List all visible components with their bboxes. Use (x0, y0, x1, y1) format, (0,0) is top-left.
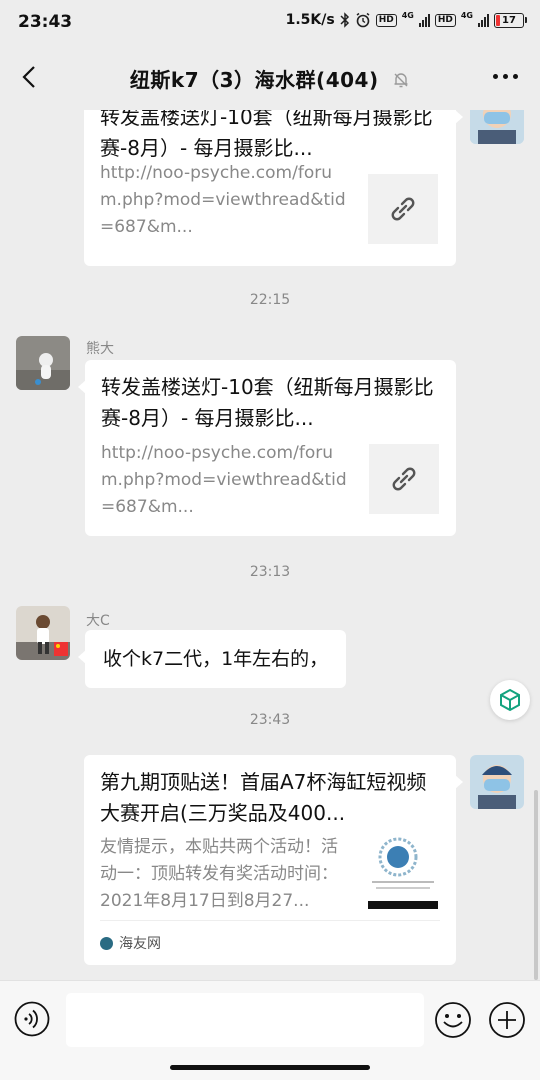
link-card-message[interactable]: 转发盖楼送灯-10套（纽斯每月摄影比赛-8月）- 每月摄影比... http:/… (78, 360, 456, 536)
sender-name: 大C (86, 613, 110, 629)
mute-bell-icon (394, 73, 408, 88)
link-card-url: http://noo-psyche.com/forum.php?mod=view… (100, 163, 346, 237)
source-name: 海友网 (119, 936, 161, 952)
avatar[interactable] (16, 606, 70, 660)
avatar[interactable] (470, 755, 524, 809)
floating-cube-button[interactable] (490, 680, 530, 720)
link-card-title: 转发盖楼送灯-10套（纽斯每月摄影比赛-8月）- 每月摄影比... (100, 110, 433, 160)
network-type: 4G (401, 11, 414, 20)
avatar[interactable] (16, 336, 70, 390)
link-icon (391, 197, 415, 221)
sender-name: 熊大 (86, 341, 114, 357)
alarm-icon (356, 12, 370, 28)
article-thumbnail (368, 835, 438, 909)
more-icon[interactable] (493, 74, 518, 79)
voice-icon[interactable] (14, 1001, 50, 1037)
emoji-icon[interactable] (434, 1001, 472, 1039)
bluetooth-icon (340, 12, 349, 28)
text-message[interactable]: 收个k7二代，1年左右的， (77, 630, 347, 688)
link-thumbnail (368, 174, 438, 244)
status-bar: 23:43 1.5K/s HD 4G HD 4G 17 (0, 0, 540, 44)
link-icon (392, 467, 416, 491)
timestamp: 23:13 (249, 564, 291, 580)
hd-badge: HD (375, 13, 397, 27)
avatar[interactable] (470, 110, 524, 144)
signal-icon-2 (478, 13, 489, 27)
chat-title-text: 纽斯k7（3）海水群(404) (129, 68, 379, 92)
source-logo-icon (100, 936, 113, 950)
chat-title: 纽斯k7（3）海水群(404) (0, 64, 540, 93)
home-indicator[interactable] (170, 1065, 370, 1070)
article-card-message[interactable]: 第九期顶贴送！首届A7杯海缸短视频大赛开启(三万奖品及400... 友情提示，本… (84, 755, 463, 965)
chat-header: 纽斯k7（3）海水群(404) (0, 44, 540, 110)
plus-icon[interactable] (488, 1001, 526, 1039)
scrollbar[interactable] (534, 790, 538, 980)
cube-icon (500, 688, 520, 712)
status-time: 23:43 (18, 12, 73, 32)
hd-badge-2: HD (434, 13, 456, 27)
link-card-title: 转发盖楼送灯-10套（纽斯每月摄影比赛-8月）- 每月摄影比... (101, 375, 434, 430)
article-card-desc: 友情提示，本贴共两个活动！活动一：顶贴转发有奖活动时间：2021年8月17日到8… (100, 837, 338, 911)
article-card-title: 第九期顶贴送！首届A7杯海缸短视频大赛开启(三万奖品及400... (100, 770, 427, 825)
network-type-2: 4G (460, 11, 473, 20)
input-bar (0, 980, 540, 1080)
link-card-message[interactable]: 转发盖楼送灯-10套（纽斯每月摄影比赛-8月）- 每月摄影比... http:/… (84, 110, 463, 266)
link-thumbnail (369, 444, 439, 514)
link-card-url: http://noo-psyche.com/forum.php?mod=view… (101, 443, 347, 517)
battery-level: 17 (502, 14, 516, 26)
timestamp: 23:43 (249, 712, 291, 728)
chat-area: 转发盖楼送灯-10套（纽斯每月摄影比赛-8月）- 每月摄影比... http:/… (0, 110, 540, 980)
article-source: 海友网 (100, 920, 440, 965)
network-speed: 1.5K/s (285, 12, 335, 28)
battery-icon: 17 (494, 12, 527, 28)
timestamp: 22:15 (249, 292, 291, 308)
signal-icon (418, 13, 430, 27)
message-input[interactable] (66, 993, 424, 1047)
status-icons: 1.5K/s HD 4G HD 4G 17 (285, 11, 527, 28)
